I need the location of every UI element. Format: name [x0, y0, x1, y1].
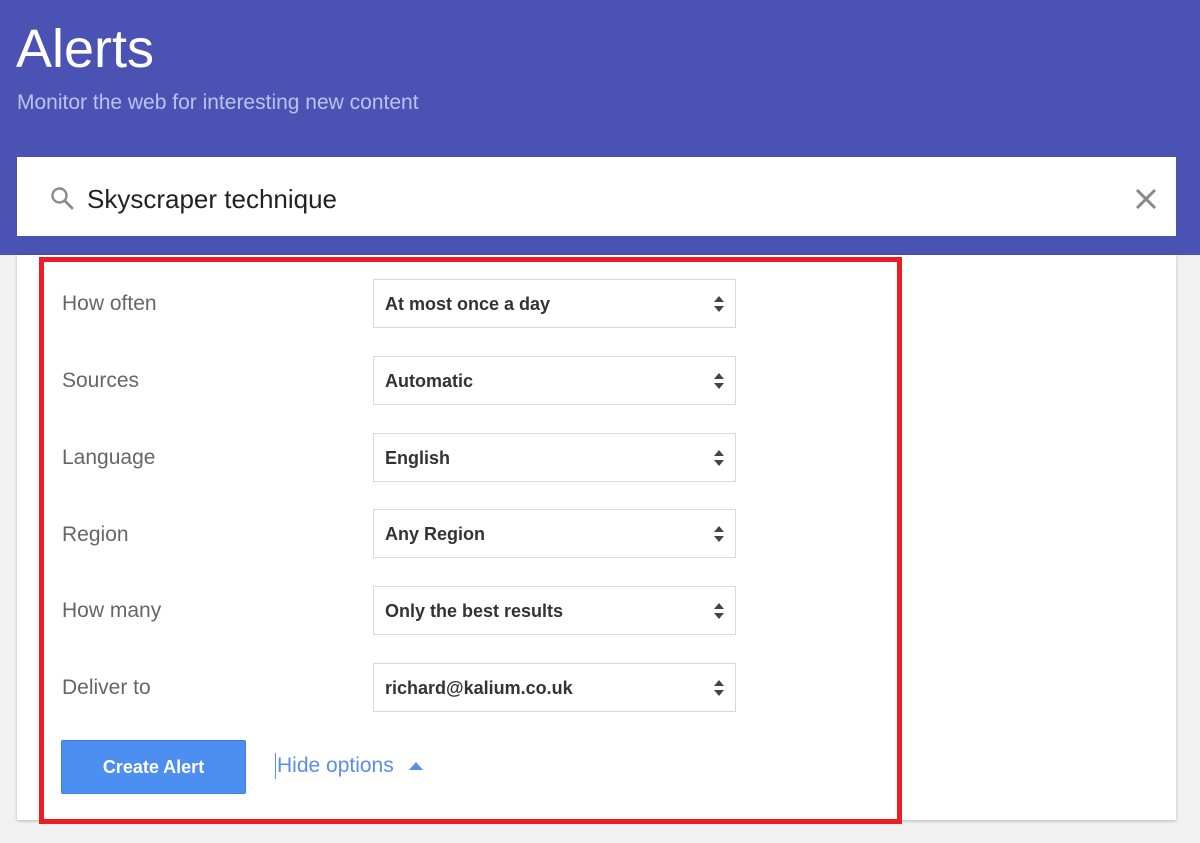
region-select[interactable]: Any Region	[373, 509, 736, 558]
how-often-label: How often	[62, 292, 157, 315]
updown-arrows-icon	[714, 603, 724, 619]
updown-arrows-icon	[714, 373, 724, 389]
select-value: Automatic	[385, 371, 474, 391]
hide-options-link[interactable]: Hide options	[275, 753, 394, 779]
search-icon	[51, 187, 74, 210]
select-value: Any Region	[385, 524, 486, 544]
how-often-select[interactable]: At most once a day	[373, 279, 736, 328]
how-many-select[interactable]: Only the best results	[373, 586, 736, 635]
how-many-label: How many	[62, 599, 162, 622]
updown-arrows-icon	[714, 680, 724, 696]
updown-arrows-icon	[714, 296, 724, 312]
page-title: Alerts	[16, 19, 155, 79]
language-label: Language	[62, 446, 156, 469]
caret-up-icon[interactable]	[409, 762, 423, 770]
create-alert-button[interactable]: Create Alert	[61, 740, 246, 794]
select-value: Only the best results	[385, 601, 564, 621]
search-input[interactable]: Skyscraper technique	[87, 183, 337, 215]
deliver-to-select[interactable]: richard@kalium.co.uk	[373, 663, 736, 712]
select-value: richard@kalium.co.uk	[385, 678, 573, 698]
region-label: Region	[62, 523, 129, 546]
sources-label: Sources	[62, 369, 140, 392]
updown-arrows-icon	[714, 450, 724, 466]
page-subtitle: Monitor the web for interesting new cont…	[17, 91, 419, 114]
select-value: English	[385, 448, 451, 468]
close-icon[interactable]	[1133, 186, 1159, 212]
sources-select[interactable]: Automatic	[373, 356, 736, 405]
language-select[interactable]: English	[373, 433, 736, 482]
updown-arrows-icon	[714, 526, 724, 542]
select-value: At most once a day	[385, 294, 551, 314]
deliver-to-label: Deliver to	[62, 676, 151, 699]
